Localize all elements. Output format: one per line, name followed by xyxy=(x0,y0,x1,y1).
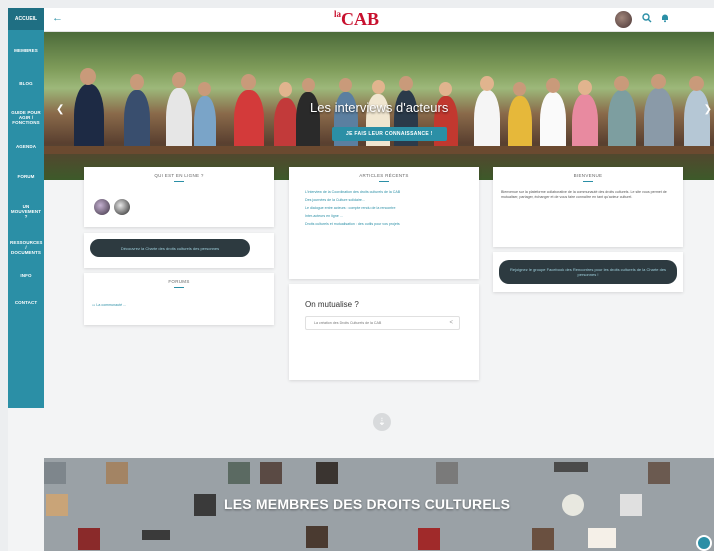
folder-icon: ▭ xyxy=(92,303,96,307)
welcome-card: BIENVENUE Bienvenue sur la plateforme co… xyxy=(493,167,683,247)
forum-link-text: La communauté ... xyxy=(96,303,127,307)
site-logo[interactable]: laCAB xyxy=(334,9,379,30)
facebook-card: Rejoignez le groupe Facebook des Rencont… xyxy=(493,252,683,292)
charter-card: Découvrez la Charte des droits culturels… xyxy=(84,233,274,268)
sidebar-item-info[interactable]: INFO xyxy=(8,273,44,278)
sidebar-item-guide[interactable]: GUIDE POUR AGIR / FONCTIONS xyxy=(8,110,44,125)
bell-icon[interactable] xyxy=(660,13,670,23)
who-online-title: QUI EST EN LIGNE ? xyxy=(154,173,204,178)
article-link[interactable]: L'interview de la Coordination des droit… xyxy=(289,190,479,195)
logo-main: CAB xyxy=(341,9,380,29)
sidebar-item-forum[interactable]: FORUM xyxy=(8,174,44,179)
recent-articles-list: L'interview de la Coordination des droit… xyxy=(289,190,479,227)
back-arrow-icon[interactable]: ← xyxy=(52,12,63,24)
scroll-down-icon[interactable]: ⇣ xyxy=(373,413,391,431)
app-frame: ACCUEIL MEMBRES BLOG GUIDE POUR AGIR / F… xyxy=(8,8,714,551)
logo-prefix: la xyxy=(334,9,342,19)
welcome-text: Bienvenue sur la plateforme collaborativ… xyxy=(501,190,667,199)
forum-title: FORUMS xyxy=(168,279,190,284)
mutual-field-text: La création des Droits Culturels de la C… xyxy=(314,321,382,325)
sidebar-item-agenda[interactable]: AGENDA xyxy=(8,144,44,149)
article-link[interactable]: Inter-acteurs en ligne ... xyxy=(289,214,479,219)
sidebar: ACCUEIL MEMBRES BLOG GUIDE POUR AGIR / F… xyxy=(8,8,44,408)
members-banner: LES MEMBRES DES DROITS CULTURELS xyxy=(44,458,714,551)
hero-next-icon[interactable]: ❯ xyxy=(704,104,712,115)
chat-icon[interactable] xyxy=(696,535,712,551)
mutual-field[interactable]: La création des Droits Culturels de la C… xyxy=(305,316,460,330)
who-online-card: QUI EST EN LIGNE ? xyxy=(84,167,274,227)
sidebar-item-movement[interactable]: UN MOUVEMENT ? xyxy=(8,204,44,219)
facebook-group-button[interactable]: Rejoignez le groupe Facebook des Rencont… xyxy=(499,260,677,284)
article-link[interactable]: Droits culturels et mutualisation : des … xyxy=(289,222,479,227)
sidebar-home[interactable]: ACCUEIL xyxy=(8,8,44,30)
forum-card: FORUMS ▭ La communauté ... xyxy=(84,273,274,325)
mutual-title: On mutualise ? xyxy=(305,300,359,309)
mutual-card: On mutualise ? La création des Droits Cu… xyxy=(289,284,479,380)
top-bar: ← laCAB xyxy=(44,8,714,32)
hero-prev-icon[interactable]: ❮ xyxy=(56,104,64,115)
hero-cta-button[interactable]: JE FAIS LEUR CONNAISSANCE ! xyxy=(332,127,447,141)
sidebar-item-members[interactable]: MEMBRES xyxy=(8,48,44,53)
article-link[interactable]: Des journées de la Culture solidaire... xyxy=(289,198,479,203)
search-icon[interactable] xyxy=(642,13,652,23)
online-user-avatar[interactable] xyxy=(94,199,110,215)
article-link[interactable]: Le dialogue entre acteurs : compte rendu… xyxy=(289,206,479,211)
sidebar-item-blog[interactable]: BLOG xyxy=(8,81,44,86)
charter-button[interactable]: Découvrez la Charte des droits culturels… xyxy=(90,239,250,257)
online-user-avatar[interactable] xyxy=(114,199,130,215)
forum-link[interactable]: ▭ La communauté ... xyxy=(92,303,126,307)
recent-articles-card: ARTICLES RÉCENTS L'interview de la Coord… xyxy=(289,167,479,279)
hero-banner: ❮ ❯ Les interviews d'acteurs JE FAIS LEU… xyxy=(44,32,714,180)
sidebar-item-resources[interactable]: RESSOURCES / DOCUMENTS xyxy=(8,240,44,255)
group-photo xyxy=(44,50,714,180)
sidebar-item-contact[interactable]: CONTACT xyxy=(8,300,44,305)
hero-title: Les interviews d'acteurs xyxy=(310,100,449,115)
recent-articles-title: ARTICLES RÉCENTS xyxy=(359,173,409,178)
welcome-title: BIENVENUE xyxy=(573,173,603,178)
user-avatar[interactable] xyxy=(615,11,632,28)
members-title: LES MEMBRES DES DROITS CULTURELS xyxy=(224,496,511,512)
share-icon[interactable]: < xyxy=(449,320,453,326)
